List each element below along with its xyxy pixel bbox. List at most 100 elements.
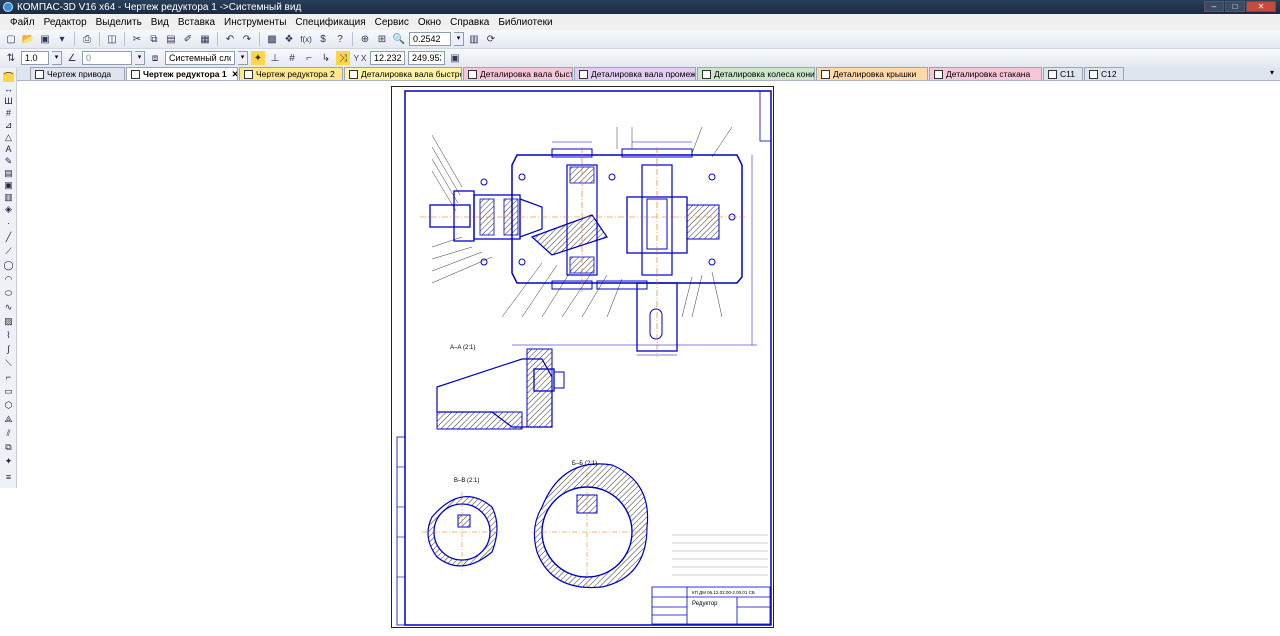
fragment-icon[interactable]: ▥ bbox=[3, 192, 14, 202]
reports-icon[interactable]: ▤ bbox=[3, 168, 14, 178]
contour-icon[interactable]: ⟁ bbox=[3, 414, 14, 424]
bezier-icon[interactable]: ∫ bbox=[3, 344, 14, 354]
coord-icon[interactable]: ↳ bbox=[319, 51, 333, 65]
menu-insert[interactable]: Вставка bbox=[178, 17, 215, 28]
menu-window[interactable]: Окно bbox=[418, 17, 441, 28]
toolbar-grip-icon[interactable]: ≡ bbox=[3, 472, 14, 482]
print-icon[interactable]: ⎙ bbox=[80, 32, 94, 46]
cut-icon[interactable]: ✂ bbox=[130, 32, 144, 46]
zoom-in-icon[interactable]: 🔍 bbox=[392, 32, 406, 46]
save-icon[interactable]: ▣ bbox=[38, 32, 52, 46]
coord-x-field[interactable] bbox=[370, 51, 405, 65]
angle-icon[interactable]: ∠ bbox=[65, 51, 79, 65]
menu-view[interactable]: Вид bbox=[151, 17, 169, 28]
edit-icon[interactable]: # bbox=[3, 108, 14, 118]
rounding-icon[interactable]: ⤨ bbox=[336, 51, 350, 65]
tab-reducer-drawing-2[interactable]: Чертеж редуктора 2 bbox=[239, 67, 343, 80]
tab-cup-detail[interactable]: Деталировка стакана bbox=[929, 67, 1042, 80]
fillet-icon[interactable]: ⌐ bbox=[3, 372, 14, 382]
point-icon[interactable]: · bbox=[3, 218, 14, 228]
tab-reducer-drawing-1[interactable]: Чертеж редуктора 1✕ bbox=[126, 67, 238, 80]
minimize-button[interactable]: – bbox=[1204, 1, 1224, 12]
tab-intermediate-shaft-detail[interactable]: Деталировка вала промеж... bbox=[574, 67, 696, 80]
tab-c11[interactable]: С11 bbox=[1043, 67, 1083, 80]
menu-select[interactable]: Выделить bbox=[96, 17, 142, 28]
spline-icon[interactable]: ∿ bbox=[3, 302, 14, 312]
menu-libraries[interactable]: Библиотеки bbox=[498, 17, 552, 28]
open-folder-icon[interactable]: 📂 bbox=[21, 32, 35, 46]
zoom-dropdown-icon[interactable]: ▾ bbox=[454, 32, 464, 46]
line-scale-dropdown-icon[interactable]: ▾ bbox=[52, 51, 62, 65]
measure-tool-icon[interactable]: △ bbox=[3, 132, 14, 142]
cursor-step-icon[interactable]: ⇅ bbox=[4, 51, 18, 65]
layer-field[interactable] bbox=[165, 51, 235, 65]
copy-icon[interactable]: ⧉ bbox=[147, 32, 161, 46]
line-scale-field[interactable] bbox=[21, 51, 49, 65]
local-cs-icon[interactable]: ⌐ bbox=[302, 51, 316, 65]
chevron-down-icon[interactable]: ▾ bbox=[55, 32, 69, 46]
circle-icon[interactable]: ◯ bbox=[3, 260, 14, 270]
layer-icon[interactable]: ⧈ bbox=[148, 51, 162, 65]
snap-icon[interactable]: ✦ bbox=[251, 51, 265, 65]
pan-icon[interactable]: ▥ bbox=[467, 32, 481, 46]
ellipse-icon[interactable]: ⬭ bbox=[3, 288, 14, 298]
tab-fast-shaft-detail-2[interactable]: Деталировка вала быстро... bbox=[463, 67, 573, 80]
spec-icon[interactable]: ✎ bbox=[3, 156, 14, 166]
tab-bevel-gear-detail[interactable]: Деталировка колеса конич... bbox=[697, 67, 815, 80]
hatch-icon[interactable]: ▨ bbox=[3, 316, 14, 326]
aux-line-icon[interactable]: ╱ bbox=[3, 232, 14, 242]
properties-icon[interactable]: ▦ bbox=[198, 32, 212, 46]
menu-edit[interactable]: Редактор bbox=[44, 17, 87, 28]
layer-dropdown-icon[interactable]: ▾ bbox=[238, 51, 248, 65]
close-button[interactable]: ✕ bbox=[1246, 1, 1276, 12]
arc-icon[interactable]: ◠ bbox=[3, 274, 14, 284]
dimensions-icon[interactable]: ↔ bbox=[3, 84, 14, 94]
zoom-window-icon[interactable]: ⊕ bbox=[358, 32, 372, 46]
polyline-icon[interactable]: ⌇ bbox=[3, 330, 14, 340]
format-painter-icon[interactable]: ✐ bbox=[181, 32, 195, 46]
rectangle-icon[interactable]: ▭ bbox=[3, 386, 14, 396]
variables-icon[interactable]: f(x) bbox=[299, 32, 313, 46]
menu-specification[interactable]: Спецификация bbox=[295, 17, 365, 28]
preview-icon[interactable]: ◫ bbox=[105, 32, 119, 46]
menu-service[interactable]: Сервис bbox=[375, 17, 409, 28]
parametrization-icon[interactable]: ⊿ bbox=[3, 120, 14, 130]
new-document-icon[interactable]: ▢ bbox=[4, 32, 18, 46]
chamfer-icon[interactable]: ⟍ bbox=[3, 358, 14, 368]
collection-icon[interactable]: ⧉ bbox=[3, 442, 14, 452]
zoom-field[interactable] bbox=[409, 32, 451, 46]
select-icon[interactable]: A bbox=[3, 144, 14, 154]
redo-icon[interactable]: ↷ bbox=[240, 32, 254, 46]
menu-file[interactable]: Файл bbox=[10, 17, 35, 28]
maximize-button[interactable]: □ bbox=[1225, 1, 1245, 12]
doc-props-icon[interactable]: ▣ bbox=[448, 51, 462, 65]
undo-icon[interactable]: ↶ bbox=[223, 32, 237, 46]
equidistant-icon[interactable]: ⫽ bbox=[3, 428, 14, 438]
tabs-overflow-icon[interactable]: ▾ bbox=[1270, 68, 1274, 77]
insert-icon[interactable]: ▣ bbox=[3, 180, 14, 190]
tab-cover-detail[interactable]: Деталировка крышки bbox=[816, 67, 928, 80]
refresh-icon[interactable]: ⟳ bbox=[484, 32, 498, 46]
close-tab-icon[interactable]: ✕ bbox=[232, 68, 237, 80]
library-tool-icon[interactable]: ◈ bbox=[3, 204, 14, 214]
ortho-icon[interactable]: ⊥ bbox=[268, 51, 282, 65]
polygon-icon[interactable]: ⬡ bbox=[3, 400, 14, 410]
macro-icon[interactable]: ✦ bbox=[3, 456, 14, 466]
library-icon[interactable]: ❖ bbox=[282, 32, 296, 46]
zoom-fit-icon[interactable]: ⊞ bbox=[375, 32, 389, 46]
tab-fast-shaft-detail-1[interactable]: Деталировка вала быстро... bbox=[344, 67, 462, 80]
paste-icon[interactable]: ▤ bbox=[164, 32, 178, 46]
tab-drive-drawing[interactable]: Чертеж привода bbox=[30, 67, 125, 80]
drawing-sheet[interactable]: А–А (2:1) В–В (2:1) Б–Б (2:1) КП ДМ 06.1… bbox=[391, 86, 774, 628]
geometry-icon[interactable]: ⌒ bbox=[3, 72, 14, 82]
designations-icon[interactable]: Ш bbox=[3, 96, 14, 106]
menu-tools[interactable]: Инструменты bbox=[224, 17, 286, 28]
tab-c12[interactable]: С12 bbox=[1084, 67, 1124, 80]
segment-icon[interactable]: ⟋ bbox=[3, 246, 14, 256]
manager-icon[interactable]: ▩ bbox=[265, 32, 279, 46]
menu-help[interactable]: Справка bbox=[450, 17, 489, 28]
grid-icon[interactable]: # bbox=[285, 51, 299, 65]
step-field[interactable] bbox=[82, 51, 132, 65]
step-dropdown-icon[interactable]: ▾ bbox=[135, 51, 145, 65]
coord-y-field[interactable] bbox=[408, 51, 445, 65]
